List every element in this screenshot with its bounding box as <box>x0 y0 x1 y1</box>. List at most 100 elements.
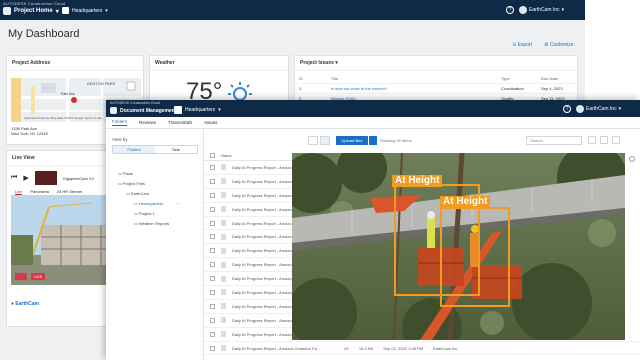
ai-detection-image[interactable]: At Height At Height <box>292 153 625 340</box>
table-row[interactable]: 1 Is duct too close to the column? Coord… <box>295 83 577 94</box>
dashboard-actions: ⇲ Export ⚙ Customize <box>512 42 574 48</box>
user-menu[interactable]: EarthCam Inc ▾ <box>519 6 564 14</box>
address-line-2: New York, NY 12345 <box>11 131 48 136</box>
issue-type: Coordination <box>497 83 537 94</box>
row-checkbox[interactable] <box>210 164 215 170</box>
more-icon[interactable]: ··· <box>176 201 180 206</box>
tab-issues[interactable]: Issues <box>204 120 217 125</box>
previous-icon[interactable]: ⏮ <box>11 174 17 182</box>
user-label: EarthCam Inc <box>529 7 560 13</box>
grid-view-icon[interactable] <box>320 136 330 145</box>
help-icon[interactable]: ? <box>563 105 571 113</box>
row-checkbox[interactable] <box>210 178 215 184</box>
folder-tree: ▭ Plans ▭ Project Files ▭ EarthCam ▭ Hea… <box>112 169 180 229</box>
row-checkbox[interactable] <box>210 262 215 268</box>
issues-title: Project Issues <box>300 60 334 66</box>
project-home-menu[interactable]: Project Home ▾ <box>3 7 59 15</box>
export-button[interactable]: ⇲ Export <box>512 42 532 48</box>
export-label: Export <box>517 42 533 48</box>
folder-icon: ▭ <box>118 171 122 176</box>
avatar <box>576 105 584 113</box>
tree-item-weather-reports[interactable]: ▭ Weather Reports <box>112 219 180 229</box>
chevron-down-icon: ▾ <box>218 107 221 113</box>
upload-dropdown-button[interactable] <box>369 136 377 145</box>
filter-icon[interactable] <box>588 136 596 144</box>
project-selector[interactable]: Headquarters ▾ <box>174 106 221 114</box>
toggle-sets[interactable]: Sets <box>155 146 197 153</box>
file-size: 15.3 KB <box>358 345 374 351</box>
search-input[interactable]: Search <box>526 136 582 145</box>
list-view-icon[interactable] <box>308 136 318 145</box>
detection-label: At Height <box>440 196 491 208</box>
chevron-down-icon: ▾ <box>105 7 108 14</box>
document-icon <box>221 178 226 185</box>
table-row[interactable]: Daily AI Progress Report - Amazon Sortat… <box>204 342 640 356</box>
live-badge: LIVE <box>31 273 45 280</box>
tree-item-headquarters[interactable]: ▭ Headquarters ··· <box>112 199 180 209</box>
select-all-checkbox[interactable] <box>210 153 215 158</box>
row-checkbox[interactable] <box>210 303 215 309</box>
tree-item-earthcam[interactable]: ▭ EarthCam <box>112 189 180 199</box>
project-selector[interactable]: Headquarters ▾ <box>62 7 108 14</box>
pin-icon[interactable] <box>15 273 27 280</box>
tree-item-project-files[interactable]: ▭ Project Files <box>112 179 180 189</box>
card-title: Project Address <box>7 56 143 71</box>
row-checkbox[interactable] <box>210 206 215 212</box>
detection-label: At Height <box>392 175 443 187</box>
row-checkbox[interactable] <box>210 220 215 226</box>
panel-settings-icon[interactable] <box>628 156 635 162</box>
tree-item-project-1[interactable]: ▭ Project 1 <box>112 209 180 219</box>
export-icon[interactable] <box>612 136 620 144</box>
detection-box[interactable] <box>440 207 510 307</box>
folder-sidebar: View by Folders Sets ▭ Plans ▭ Project F… <box>106 129 204 360</box>
tab-transmittals[interactable]: Transmittals <box>168 120 192 125</box>
row-checkbox[interactable] <box>210 248 215 254</box>
user-label: EarthCam Inc <box>586 106 617 112</box>
col-header: Type <box>501 76 510 81</box>
file-version: V1 <box>344 345 349 351</box>
table-header: ID Title Type Due Date <box>295 74 577 84</box>
file-name[interactable]: Daily AI Progress Report - Amazon Sortat… <box>232 346 320 351</box>
earthcam-brand: EarthCam <box>15 301 40 307</box>
col-header: Due Date <box>541 76 558 81</box>
issue-title[interactable]: Is duct too close to the column? <box>326 83 497 94</box>
brand-logo: AUTODESK Construction Cloud <box>110 101 160 105</box>
document-icon <box>221 331 226 338</box>
row-checkbox[interactable] <box>210 192 215 198</box>
module-menu[interactable]: Document Management ▾ <box>110 107 182 114</box>
user-menu[interactable]: EarthCam Inc ▾ <box>576 105 621 113</box>
project-label: Headquarters <box>185 107 216 113</box>
row-checkbox[interactable] <box>210 345 215 351</box>
row-checkbox[interactable] <box>210 289 215 295</box>
tab-reviews[interactable]: Reviews <box>139 120 156 125</box>
document-icon <box>221 303 226 310</box>
tree-item-plans[interactable]: ▭ Plans <box>112 169 180 179</box>
row-checkbox[interactable] <box>210 276 215 282</box>
name-column-header[interactable]: Name <box>221 153 232 158</box>
file-owner: EarthCam Inc <box>432 345 458 351</box>
row-checkbox[interactable] <box>210 317 215 323</box>
camera-thumbnail[interactable] <box>34 171 57 185</box>
help-icon[interactable]: ? <box>506 6 514 14</box>
tab-folders[interactable]: Folders <box>112 119 128 126</box>
folder-icon: ▭ <box>134 221 138 226</box>
document-icon <box>221 220 226 226</box>
document-icon <box>221 261 226 268</box>
card-title[interactable]: Project Issues ▾ <box>295 56 577 71</box>
app-icon <box>110 107 117 114</box>
document-icon <box>221 317 226 324</box>
module-tabs: Folders Reviews Transmittals Issues <box>106 117 640 129</box>
play-icon[interactable]: ▶ <box>23 174 28 182</box>
document-icon <box>221 247 226 254</box>
issue-due: Sep 4, 2023 <box>537 83 577 94</box>
document-icon <box>221 206 226 213</box>
toggle-folders[interactable]: Folders <box>113 146 155 153</box>
upload-files-button[interactable]: Upload files <box>336 136 368 145</box>
row-checkbox[interactable] <box>210 331 215 337</box>
customize-button[interactable]: ⚙ Customize <box>544 42 574 48</box>
tree-label: Plans <box>122 171 133 176</box>
settings-icon[interactable] <box>600 136 608 144</box>
row-checkbox[interactable] <box>210 234 215 240</box>
card-title: Weather <box>150 56 288 71</box>
top-nav: AUTODESK Construction Cloud Document Man… <box>106 100 640 117</box>
